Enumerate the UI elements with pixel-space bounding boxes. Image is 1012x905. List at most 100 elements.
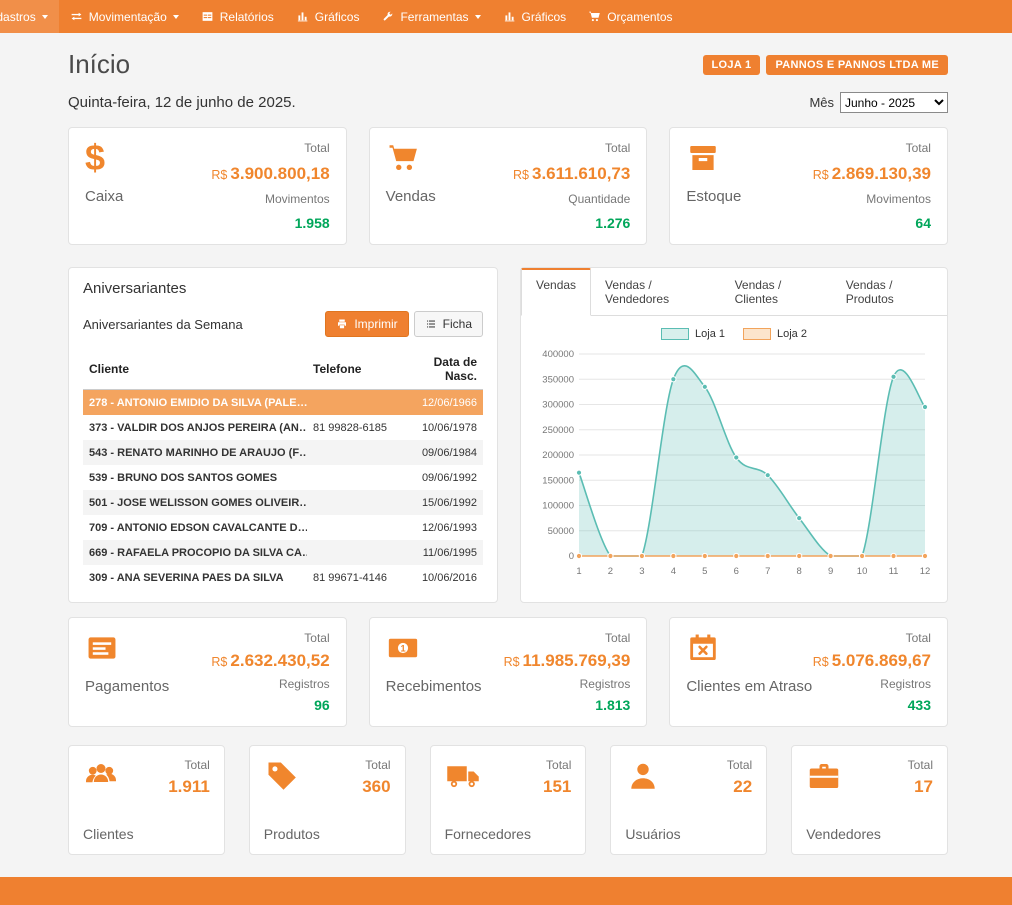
svg-text:300000: 300000: [542, 400, 574, 411]
tab-vendas-produtos[interactable]: Vendas / Produtos: [832, 268, 947, 316]
svg-text:3: 3: [639, 566, 644, 577]
count-label: Registros: [580, 677, 631, 691]
nav-item-ferramentas[interactable]: Ferramentas: [370, 0, 491, 33]
svg-text:2: 2: [608, 566, 613, 577]
table-row[interactable]: 278 - ANTONIO EMIDIO DA SILVA (PALE… 12/…: [83, 390, 483, 416]
table-row[interactable]: 543 - RENATO MARINHO DE ARAUJO (F… 09/06…: [83, 440, 483, 465]
count-value: 96: [314, 697, 330, 713]
ficha-button[interactable]: Ficha: [414, 311, 483, 337]
truck-icon: [445, 758, 481, 797]
table-row[interactable]: 539 - BRUNO DOS SANTOS GOMES 09/06/1992: [83, 465, 483, 490]
total-value: R$3.900.800,18: [211, 164, 329, 184]
footer-bar: [0, 877, 1012, 905]
nav-item-orcamentos[interactable]: Orçamentos: [577, 0, 683, 33]
table-row[interactable]: 373 - VALDIR DOS ANJOS PEREIRA (AN… 81 9…: [83, 415, 483, 440]
top-cards-row: $ Caixa Total R$3.900.800,18 Movimentos …: [68, 127, 948, 245]
table-row[interactable]: 709 - ANTONIO EDSON CAVALCANTE D… 12/06/…: [83, 515, 483, 540]
estoque-card: Estoque Total R$2.869.130,39 Movimentos …: [669, 127, 948, 245]
count-value: 64: [915, 215, 931, 231]
tab-vendas-vendedores[interactable]: Vendas / Vendedores: [591, 268, 721, 316]
card-label: Vendas: [386, 188, 436, 205]
count-label: Registros: [880, 677, 931, 691]
nav-item-cadastros[interactable]: Cadastros: [0, 0, 59, 33]
nav-item-graficos-2[interactable]: Gráficos: [492, 0, 578, 33]
total-label: Total: [304, 631, 329, 645]
user-icon: [625, 758, 661, 797]
nav-item-label: Relatórios: [220, 10, 274, 24]
nav-item-graficos-1[interactable]: Gráficos: [285, 0, 371, 33]
users-group-icon: [83, 758, 119, 797]
tab-vendas-clientes[interactable]: Vendas / Clientes: [721, 268, 832, 316]
vendedores-card: Total 17 Vendedores: [791, 745, 948, 855]
card-label: Clientes: [83, 826, 210, 842]
top-navbar: Cadastros Movimentação Relatórios Gráfic…: [0, 0, 1012, 33]
card-label: Vendedores: [806, 826, 933, 842]
svg-text:1: 1: [400, 643, 405, 653]
nav-item-label: Gráficos: [522, 10, 567, 24]
total-label: Total: [546, 758, 571, 772]
total-value: R$3.611.610,73: [513, 164, 630, 184]
svg-text:11: 11: [889, 566, 899, 577]
svg-text:1: 1: [576, 566, 581, 577]
svg-text:150000: 150000: [542, 475, 574, 486]
calendar-x-icon: [686, 631, 812, 665]
tab-vendas[interactable]: Vendas: [521, 268, 591, 316]
nav-item-movimentacao[interactable]: Movimentação: [59, 0, 190, 33]
total-value: 22: [733, 777, 752, 797]
count-value: 1.958: [295, 215, 330, 231]
fornecedores-card: Total 151 Fornecedores: [430, 745, 587, 855]
total-label: Total: [605, 631, 630, 645]
total-label: Total: [906, 141, 931, 155]
card-label: Caixa: [85, 188, 123, 205]
table-row[interactable]: 309 - ANA SEVERINA PAES DA SILVA 81 9967…: [83, 565, 483, 590]
store-badge: LOJA 1: [703, 55, 761, 75]
bar-chart-icon: [296, 10, 309, 23]
card-label: Clientes em Atraso: [686, 678, 812, 695]
total-value: R$2.869.130,39: [813, 164, 931, 184]
loja1-swatch: [661, 328, 689, 340]
chevron-down-icon: [475, 15, 481, 19]
exchange-icon: [70, 10, 83, 23]
nav-item-label: Movimentação: [89, 10, 167, 24]
nav-item-label: Ferramentas: [400, 10, 468, 24]
svg-text:100000: 100000: [542, 501, 574, 512]
legend-loja2: Loja 2: [743, 328, 807, 340]
total-label: Total: [184, 758, 209, 772]
nav-item-relatorios[interactable]: Relatórios: [190, 0, 285, 33]
chevron-down-icon: [42, 15, 48, 19]
sales-panel: Vendas Vendas / Vendedores Vendas / Clie…: [520, 267, 948, 603]
svg-text:10: 10: [857, 566, 868, 577]
table-row[interactable]: 501 - JOSE WELISSON GOMES OLIVEIR… 15/06…: [83, 490, 483, 515]
loja2-swatch: [743, 328, 771, 340]
svg-text:250000: 250000: [542, 425, 574, 436]
total-label: Total: [605, 141, 630, 155]
total-label: Total: [908, 758, 933, 772]
birthdays-panel: Aniversariantes Aniversariantes da Seman…: [68, 267, 498, 603]
nav-item-label: Cadastros: [0, 10, 36, 24]
birthdays-panel-title: Aniversariantes: [83, 280, 483, 297]
chart-legend: Loja 1 Loja 2: [533, 328, 935, 340]
total-label: Total: [304, 141, 329, 155]
cart-icon: [588, 10, 601, 23]
count-label: Movimentos: [265, 192, 330, 206]
main-content: Início LOJA 1 PANNOS E PANNOS LTDA ME Qu…: [0, 33, 1012, 855]
usuarios-card: Total 22 Usuários: [610, 745, 767, 855]
current-date: Quinta-feira, 12 de junho de 2025.: [68, 94, 296, 111]
svg-text:350000: 350000: [542, 374, 574, 385]
vendas-card: Vendas Total R$3.611.610,73 Quantidade 1…: [369, 127, 648, 245]
total-value: 360: [362, 777, 390, 797]
list-icon: [85, 631, 169, 665]
month-select[interactable]: Junho - 2025: [840, 92, 948, 113]
count-label: Movimentos: [866, 192, 931, 206]
birthdays-subtitle: Aniversariantes da Semana: [83, 317, 243, 332]
count-value: 1.813: [595, 697, 630, 713]
cart-icon: [386, 141, 436, 175]
svg-text:50000: 50000: [548, 526, 574, 537]
card-label: Recebimentos: [386, 678, 482, 695]
print-button[interactable]: Imprimir: [325, 311, 408, 337]
clientes-atraso-card: Clientes em Atraso Total R$5.076.869,67 …: [669, 617, 948, 727]
table-row[interactable]: 669 - RAFAELA PROCOPIO DA SILVA CA… 11/0…: [83, 540, 483, 565]
total-value: 1.911: [168, 777, 210, 797]
bottom-cards-row: Total 1.911 Clientes Total 360 Produtos …: [68, 745, 948, 855]
svg-text:8: 8: [797, 566, 802, 577]
